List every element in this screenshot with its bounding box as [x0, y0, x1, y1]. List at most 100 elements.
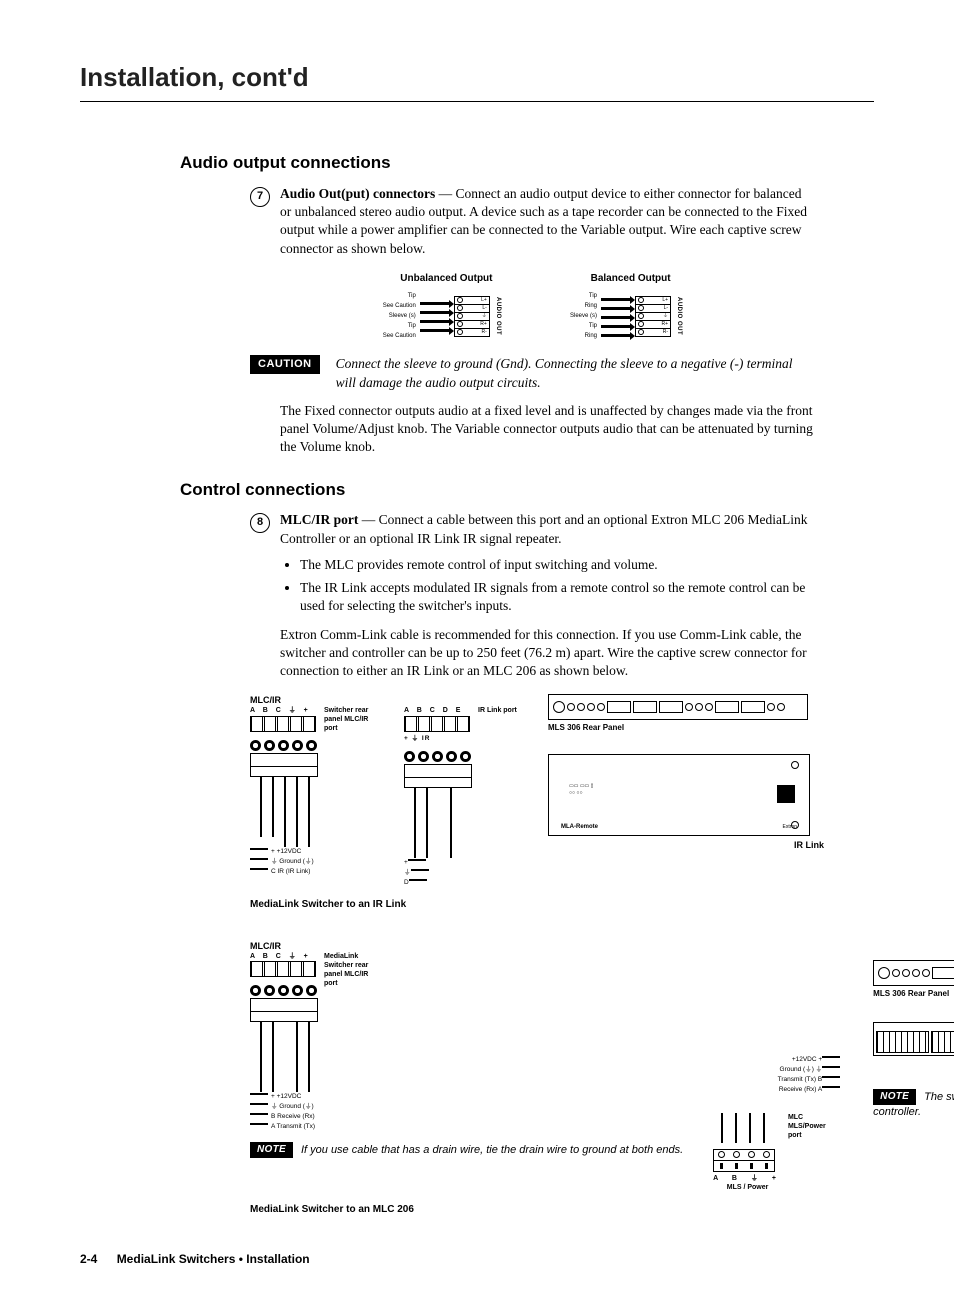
note-label: NOTE: [250, 1142, 293, 1158]
lbl: Ring: [570, 301, 597, 311]
switcher-port-left: MLC/IR A B C ⏚ + Switcher rear panel: [250, 694, 374, 877]
captive-screw-connector: L+ L- ⏚ R+ R-: [454, 296, 490, 337]
caution-block: CAUTION Connect the sleeve to ground (Gn…: [250, 355, 814, 391]
audio-connector-paragraph: Audio Out(put) connectors — Connect an a…: [280, 185, 814, 258]
legend-line: C IR (IR Link): [271, 868, 310, 875]
pin-label: R-: [482, 329, 487, 336]
drain-wire-note: NOTE If you use cable that has a drain wi…: [250, 1142, 683, 1158]
wire-bundle: [713, 1113, 779, 1143]
callout-8: 8: [250, 513, 270, 533]
legend-line: +12VDC +: [792, 1056, 822, 1063]
mlc206-bottom-panel: [873, 1022, 954, 1056]
note-label: NOTE: [873, 1089, 916, 1105]
bullet: The IR Link accepts modulated IR signals…: [300, 579, 814, 615]
devices-right: MLS 306 Rear Panel MLC 206 Bottom Panel …: [873, 940, 954, 1120]
captive-connector: [404, 764, 472, 788]
unbalanced-title: Unbalanced Output: [383, 272, 510, 286]
legend-line: ⏚ Ground (⏚): [271, 1103, 314, 1110]
lbl: Tip: [570, 321, 597, 331]
mlc-ir-paragraph: MLC/IR port — Connect a cable between th…: [280, 511, 814, 680]
legend-line: + +12VDC: [271, 848, 301, 855]
balanced-output-diagram: Balanced Output Tip Ring Sleeve (s) Tip …: [570, 272, 691, 342]
callout-7: 7: [250, 187, 270, 207]
pin-label: R+: [480, 321, 487, 328]
pin-label: L+: [481, 297, 487, 304]
legend-line: Ground (⏚) ⏚: [780, 1066, 823, 1073]
mls306-rear-panel: [873, 960, 954, 986]
screw-row: [250, 985, 318, 996]
wire-bundle: [250, 1022, 316, 1092]
control-bullets: The MLC provides remote control of input…: [280, 556, 814, 616]
commlink-paragraph: Extron Comm-Link cable is recommended fo…: [280, 626, 814, 681]
diagram-switcher-to-mlc206: MLC/IR A B C ⏚ + MediaLink Switcher rear…: [250, 940, 824, 1216]
section-control-heading: Control connections: [180, 479, 874, 502]
pin-label: ⏚: [663, 313, 668, 320]
control-lead: MLC/IR port: [280, 512, 358, 527]
unbalanced-labels: Tip See Caution Sleeve (s) Tip See Cauti…: [383, 291, 416, 341]
page-footer: 2-4 MediaLink Switchers • Installation: [80, 1251, 874, 1267]
legend-line: A Transmit (Tx): [271, 1123, 315, 1130]
audio-lead: Audio Out(put) connectors: [280, 186, 435, 201]
screw-row: [250, 740, 318, 751]
port-block: [250, 961, 316, 977]
pin-labels: A B C ⏚ +: [250, 952, 318, 961]
port-desc: MediaLink Switcher rear panel MLC/IR por…: [324, 952, 379, 988]
pin-label: L+: [662, 297, 668, 304]
caution-label: CAUTION: [250, 355, 320, 374]
diagram-switcher-to-irlink: MLC/IR A B C ⏚ + Switcher rear panel: [250, 694, 824, 912]
lbl: Tip: [383, 321, 416, 331]
mlc-pin-labels: A B ⏚ +: [713, 1174, 782, 1183]
power-note: NOTEThe switcher provides power to the c…: [873, 1089, 954, 1120]
mls306-label: MLS 306 Rear Panel: [873, 989, 954, 1000]
diagram2-caption: MediaLink Switcher to an MLC 206: [250, 1203, 824, 1217]
audio-wiring-diagram: Unbalanced Output Tip See Caution Sleeve…: [250, 272, 824, 342]
lbl: Sleeve (s): [570, 311, 597, 321]
callout-8-row: 8 MLC/IR port — Connect a cable between …: [250, 511, 814, 680]
irlink-label: IR Link: [548, 839, 824, 851]
lbl: Ring: [570, 331, 597, 341]
captive-connector: [250, 998, 318, 1022]
mlc206-label: MLC 206 Bottom Panel: [873, 1059, 954, 1070]
fixed-variable-paragraph: The Fixed connector outputs audio at a f…: [280, 402, 814, 457]
mlc-ir-heading: MLC/IR: [250, 694, 374, 706]
wire-arrows: [420, 300, 450, 332]
mls306-rear-panel: [548, 694, 808, 720]
wire-bundle: [250, 777, 316, 847]
lbl: See Caution: [383, 301, 416, 311]
devices-right: MLS 306 Rear Panel ▭▭ ▭▭ ▯○○ ○○ MLA-Remo…: [548, 694, 824, 851]
chapter-title: Installation, cont'd: [80, 60, 874, 102]
wire-legend-left: + +12VDC ⏚ Ground (⏚) C IR (IR Link): [250, 847, 374, 877]
pin-labels: A B C ⏚ +: [250, 706, 318, 715]
captive-connector: [250, 753, 318, 777]
balanced-labels: Tip Ring Sleeve (s) Tip Ring: [570, 291, 597, 341]
wire-legend-mid: + ⏚ D: [404, 858, 518, 888]
mls306-label: MLS 306 Rear Panel: [548, 723, 824, 734]
diagram1-caption: MediaLink Switcher to an IR Link: [250, 898, 824, 912]
irlink-port-mid: A B C D E + ⏚ IR IR Link port +: [404, 694, 518, 888]
lbl: See Caution: [383, 331, 416, 341]
switcher-port-left: MLC/IR A B C ⏚ + MediaLink Switcher rear…: [250, 940, 683, 1158]
balanced-title: Balanced Output: [570, 272, 691, 286]
mla-remote-label: MLA-Remote: [561, 823, 598, 831]
note-text: If you use cable that has a drain wire, …: [301, 1144, 683, 1156]
mlc-ir-heading: MLC/IR: [250, 940, 683, 952]
port-block: [250, 716, 316, 732]
mls-power-label: MLS / Power: [713, 1183, 782, 1192]
caution-text: Connect the sleeve to ground (Gnd). Conn…: [336, 355, 814, 391]
port-desc: IR Link port: [478, 706, 518, 715]
callout-7-row: 7 Audio Out(put) connectors — Connect an…: [250, 185, 814, 258]
wire-legend-mid: +12VDC + Ground (⏚) ⏚ Transmit (Tx) B Re…: [713, 1055, 843, 1095]
wire-bundle: [404, 788, 470, 858]
legend-line: Transmit (Tx) B: [778, 1076, 823, 1083]
port-desc: MLC MLS/Power port: [788, 1113, 828, 1140]
pin-label: L-: [482, 305, 486, 312]
legend-line: + +12VDC: [271, 1093, 301, 1100]
pin-label: ⏚: [482, 313, 487, 320]
audio-out-side-label: AUDIO OUT: [675, 297, 683, 335]
audio-out-side-label: AUDIO OUT: [494, 297, 502, 335]
pin-label: L-: [664, 305, 668, 312]
screw-row: [404, 751, 472, 762]
lbl: Tip: [383, 291, 416, 301]
mlc-port-mid: +12VDC + Ground (⏚) ⏚ Transmit (Tx) B Re…: [713, 940, 843, 1193]
pin-label: R-: [663, 329, 668, 336]
